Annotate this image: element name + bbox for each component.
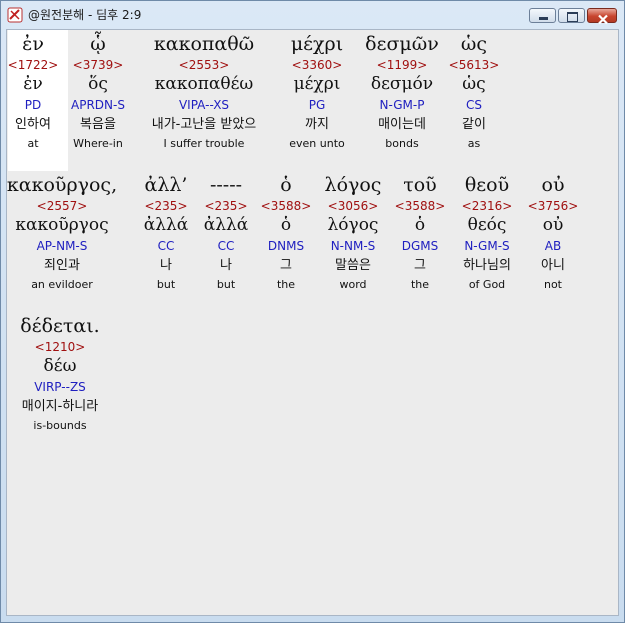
korean-gloss: 아니 bbox=[541, 258, 565, 273]
maximize-icon bbox=[567, 12, 578, 22]
app-icon[interactable] bbox=[7, 7, 23, 23]
greek-word[interactable]: οὐ bbox=[473, 173, 618, 197]
lemma: δέω bbox=[43, 356, 77, 376]
minimize-icon bbox=[539, 17, 548, 20]
app-window: @원전분해 - 딤후 2:9 ἐν <1722> ἐν PD 인하여 at ᾧ <3739> ὅ… bbox=[0, 0, 625, 623]
parsing-code: CS bbox=[466, 98, 482, 112]
window-title: @원전분해 - 딤후 2:9 bbox=[28, 8, 142, 22]
greek-word[interactable]: δέδεται. bbox=[7, 314, 140, 338]
strongs-number[interactable]: <5613> bbox=[394, 57, 554, 73]
verse-analysis-panel[interactable]: ἐν <1722> ἐν PD 인하여 at ᾧ <3739> ὅς APRDN-S 복음을 Wher… bbox=[6, 29, 619, 616]
greek-word[interactable]: ὡς bbox=[394, 32, 554, 56]
lemma: οὐ bbox=[542, 215, 564, 235]
close-button[interactable] bbox=[587, 8, 617, 25]
lemma: ὡς bbox=[462, 74, 486, 94]
strongs-number[interactable]: <1210> bbox=[7, 339, 140, 355]
title-bar[interactable]: @원전분해 - 딤후 2:9 bbox=[1, 1, 624, 29]
korean-gloss: 같이 bbox=[462, 117, 486, 132]
english-gloss: is-bounds bbox=[33, 419, 87, 432]
close-icon bbox=[597, 10, 609, 29]
strongs-number[interactable]: <3756> bbox=[473, 198, 618, 214]
korean-gloss: 매이지-하니라 bbox=[21, 399, 99, 414]
english-gloss: as bbox=[467, 137, 481, 150]
maximize-button[interactable] bbox=[558, 8, 585, 23]
parsing-code: VIRP--ZS bbox=[34, 380, 86, 394]
parsing-code: AB bbox=[544, 239, 562, 253]
minimize-button[interactable] bbox=[529, 8, 556, 23]
english-gloss: not bbox=[543, 278, 562, 291]
